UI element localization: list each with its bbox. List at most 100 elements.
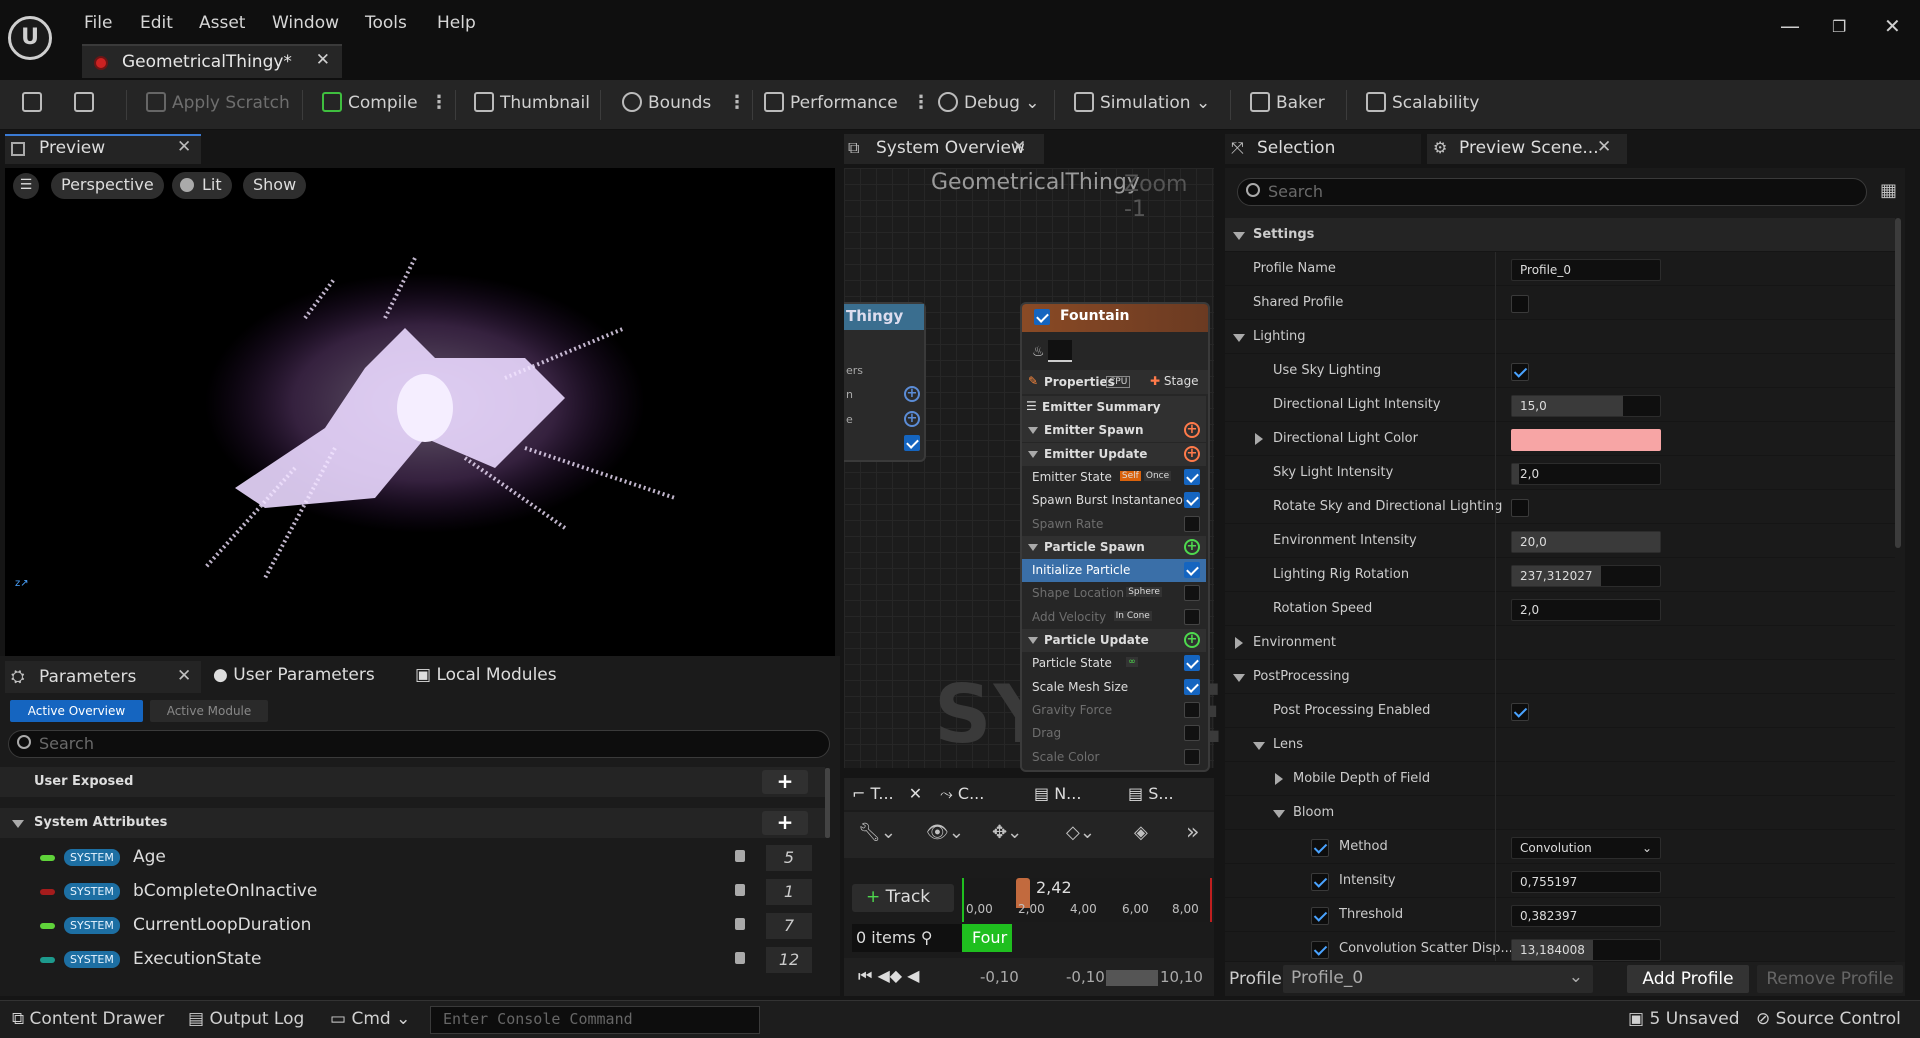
unreal-logo-icon[interactable]: U bbox=[8, 16, 52, 60]
minimize-icon[interactable]: — bbox=[1780, 14, 1800, 38]
emitter-stack-row[interactable]: Emitter Spawn + bbox=[1022, 419, 1206, 443]
expand-icon[interactable] bbox=[1235, 637, 1243, 649]
close-tab-icon[interactable]: ✕ bbox=[316, 50, 330, 70]
add-module-icon[interactable]: + bbox=[1184, 445, 1200, 462]
lens-group[interactable]: Lens bbox=[1225, 728, 1895, 762]
restore-icon[interactable]: ❐ bbox=[1832, 17, 1846, 36]
tab-preview[interactable]: Preview ✕ bbox=[5, 134, 201, 164]
user-exposed-section[interactable]: User Exposed + bbox=[0, 767, 825, 797]
rotate-sky-checkbox[interactable] bbox=[1511, 499, 1529, 517]
active-module-button[interactable]: Active Module bbox=[150, 700, 268, 722]
shared-profile-checkbox[interactable] bbox=[1511, 295, 1529, 313]
method-override-checkbox[interactable] bbox=[1311, 839, 1329, 857]
settings-category[interactable]: Settings bbox=[1225, 218, 1895, 252]
collapse-icon[interactable] bbox=[1028, 450, 1038, 458]
menu-file[interactable]: File bbox=[84, 13, 112, 33]
collapse-icon[interactable] bbox=[1253, 742, 1265, 750]
tab-user-parameters[interactable]: ● User Parameters bbox=[213, 665, 375, 685]
wrench-icon[interactable]: 🔧︎⌄ bbox=[858, 822, 896, 843]
close-preview-icon[interactable]: ✕ bbox=[177, 137, 191, 157]
collapse-icon[interactable] bbox=[1233, 232, 1245, 240]
mobile-dof-group[interactable]: Mobile Depth of Field bbox=[1225, 762, 1895, 796]
add-module-icon[interactable]: + bbox=[1184, 422, 1200, 439]
emitter-stack-row[interactable]: Spawn Burst Instantaneous bbox=[1022, 489, 1206, 513]
sky-light-intensity-input[interactable]: 2,0 bbox=[1511, 463, 1661, 485]
system-attribute-row[interactable]: SYSTEM Age 5 bbox=[0, 842, 825, 874]
add-module-icon[interactable]: + bbox=[1184, 538, 1200, 555]
emitter-stack-row[interactable]: Drag bbox=[1022, 722, 1206, 746]
module-enabled-checkbox[interactable] bbox=[1184, 725, 1200, 742]
view-start-value[interactable]: -0,10 bbox=[1066, 968, 1105, 986]
lighting-group[interactable]: Lighting bbox=[1225, 320, 1895, 354]
range-start-value[interactable]: -0,10 bbox=[980, 968, 1019, 986]
add-profile-button[interactable]: Add Profile bbox=[1627, 965, 1749, 993]
profile-name-input[interactable]: Profile_0 bbox=[1511, 259, 1661, 281]
use-sky-lighting-checkbox[interactable] bbox=[1511, 363, 1529, 381]
performance-options-icon[interactable]: ⋮ bbox=[912, 92, 930, 113]
expand-icon[interactable] bbox=[1255, 433, 1263, 445]
key-icon[interactable]: ◈ bbox=[1134, 822, 1148, 843]
system-node[interactable]: Thingy ers n + e + bbox=[844, 302, 926, 462]
tab-preview-scene-settings[interactable]: ⚙ Preview Scene... ✕ bbox=[1427, 134, 1627, 164]
emitter-stack-row[interactable]: Emitter State Self Once bbox=[1022, 465, 1206, 489]
collapse-icon[interactable] bbox=[1028, 637, 1038, 644]
module-enabled-checkbox[interactable] bbox=[1184, 678, 1200, 695]
system-attribute-row[interactable]: SYSTEM ExecutionState 12 bbox=[0, 944, 825, 976]
method-dropdown[interactable]: Convolution ⌄ bbox=[1511, 837, 1661, 859]
snap-icon[interactable]: ✥⌄ bbox=[992, 822, 1022, 843]
preview-viewport[interactable]: z↗ bbox=[5, 168, 835, 656]
postprocessing-group[interactable]: PostProcessing bbox=[1225, 660, 1895, 694]
perspective-button[interactable]: Perspective bbox=[51, 172, 164, 199]
env-intensity-input[interactable]: 20,0 bbox=[1511, 531, 1661, 553]
close-window-icon[interactable]: ✕ bbox=[1884, 14, 1901, 38]
emitter-track-bar[interactable]: Four bbox=[962, 924, 1012, 952]
add-icon[interactable]: + bbox=[904, 411, 920, 427]
active-overview-button[interactable]: Active Overview bbox=[10, 700, 143, 722]
emitter-stack-row[interactable]: ☰ Emitter Summary bbox=[1022, 396, 1206, 419]
collapse-icon[interactable] bbox=[1233, 334, 1245, 342]
keyframe-icon[interactable]: ◇⌄ bbox=[1066, 822, 1095, 843]
emitter-stack-row[interactable]: Particle Update + bbox=[1022, 629, 1206, 652]
compile-options-icon[interactable]: ⋮ bbox=[430, 92, 448, 113]
tab-local-modules[interactable]: ▣ Local Modules bbox=[415, 665, 557, 685]
bounds-options-icon[interactable]: ⋮ bbox=[728, 92, 746, 113]
system-enabled-checkbox[interactable] bbox=[904, 435, 920, 451]
emitter-stack-row[interactable]: Scale Color bbox=[1022, 745, 1206, 769]
save-icon[interactable] bbox=[22, 92, 42, 113]
module-enabled-checkbox[interactable] bbox=[1184, 655, 1200, 672]
tab-curves[interactable]: ⤳ C... bbox=[940, 784, 984, 804]
collapse-icon[interactable] bbox=[1028, 427, 1038, 435]
tab-timeline[interactable]: ⌐ T... ✕ bbox=[852, 784, 922, 803]
details-scrollbar[interactable] bbox=[1895, 218, 1901, 548]
system-attribute-row[interactable]: SYSTEM bCompleteOnInactive 1 bbox=[0, 876, 825, 908]
environment-group[interactable]: Environment bbox=[1225, 626, 1895, 660]
baker-button[interactable]: Baker bbox=[1250, 92, 1325, 113]
system-attribute-row[interactable]: SYSTEM CurrentLoopDuration 7 bbox=[0, 910, 825, 942]
performance-button[interactable]: Performance bbox=[764, 92, 898, 113]
add-icon[interactable]: + bbox=[904, 386, 920, 402]
close-parameters-icon[interactable]: ✕ bbox=[177, 666, 191, 686]
scalability-button[interactable]: Scalability bbox=[1366, 92, 1479, 113]
add-stage-button[interactable]: ✚ Stage bbox=[1150, 374, 1199, 388]
add-system-attribute-button[interactable]: + bbox=[762, 811, 808, 835]
properties-row[interactable]: ✎ Properties CPU ✚ Stage bbox=[1022, 370, 1208, 394]
eye-icon[interactable]: 👁︎⌄ bbox=[926, 822, 964, 843]
content-drawer-button[interactable]: ⧉ Content Drawer bbox=[12, 1009, 164, 1029]
collapse-icon[interactable] bbox=[1233, 674, 1245, 682]
module-enabled-checkbox[interactable] bbox=[1184, 608, 1200, 625]
system-overview-graph[interactable]: GeometricalThingy Zoom -1 SYSTEM Thingy … bbox=[844, 168, 1306, 772]
viewport-menu-icon[interactable]: ☰ bbox=[13, 173, 39, 199]
menu-edit[interactable]: Edit bbox=[140, 13, 173, 33]
module-enabled-checkbox[interactable] bbox=[1184, 515, 1200, 532]
dir-light-intensity-input[interactable]: 15,0 bbox=[1511, 395, 1661, 417]
tab-selection[interactable]: ⤧ Selection bbox=[1225, 134, 1421, 164]
emitter-stack-row[interactable]: Emitter Update + bbox=[1022, 442, 1206, 466]
rotation-speed-input[interactable]: 2,0 bbox=[1511, 599, 1661, 621]
compile-button[interactable]: Compile bbox=[322, 92, 418, 113]
show-button[interactable]: Show bbox=[243, 172, 307, 199]
emitter-stack-row[interactable]: Spawn Rate bbox=[1022, 512, 1206, 536]
collapse-icon[interactable] bbox=[1273, 810, 1285, 818]
output-log-button[interactable]: ▤ Output Log bbox=[188, 1009, 304, 1029]
lit-button[interactable]: Lit bbox=[172, 172, 232, 199]
module-enabled-checkbox[interactable] bbox=[1184, 701, 1200, 718]
